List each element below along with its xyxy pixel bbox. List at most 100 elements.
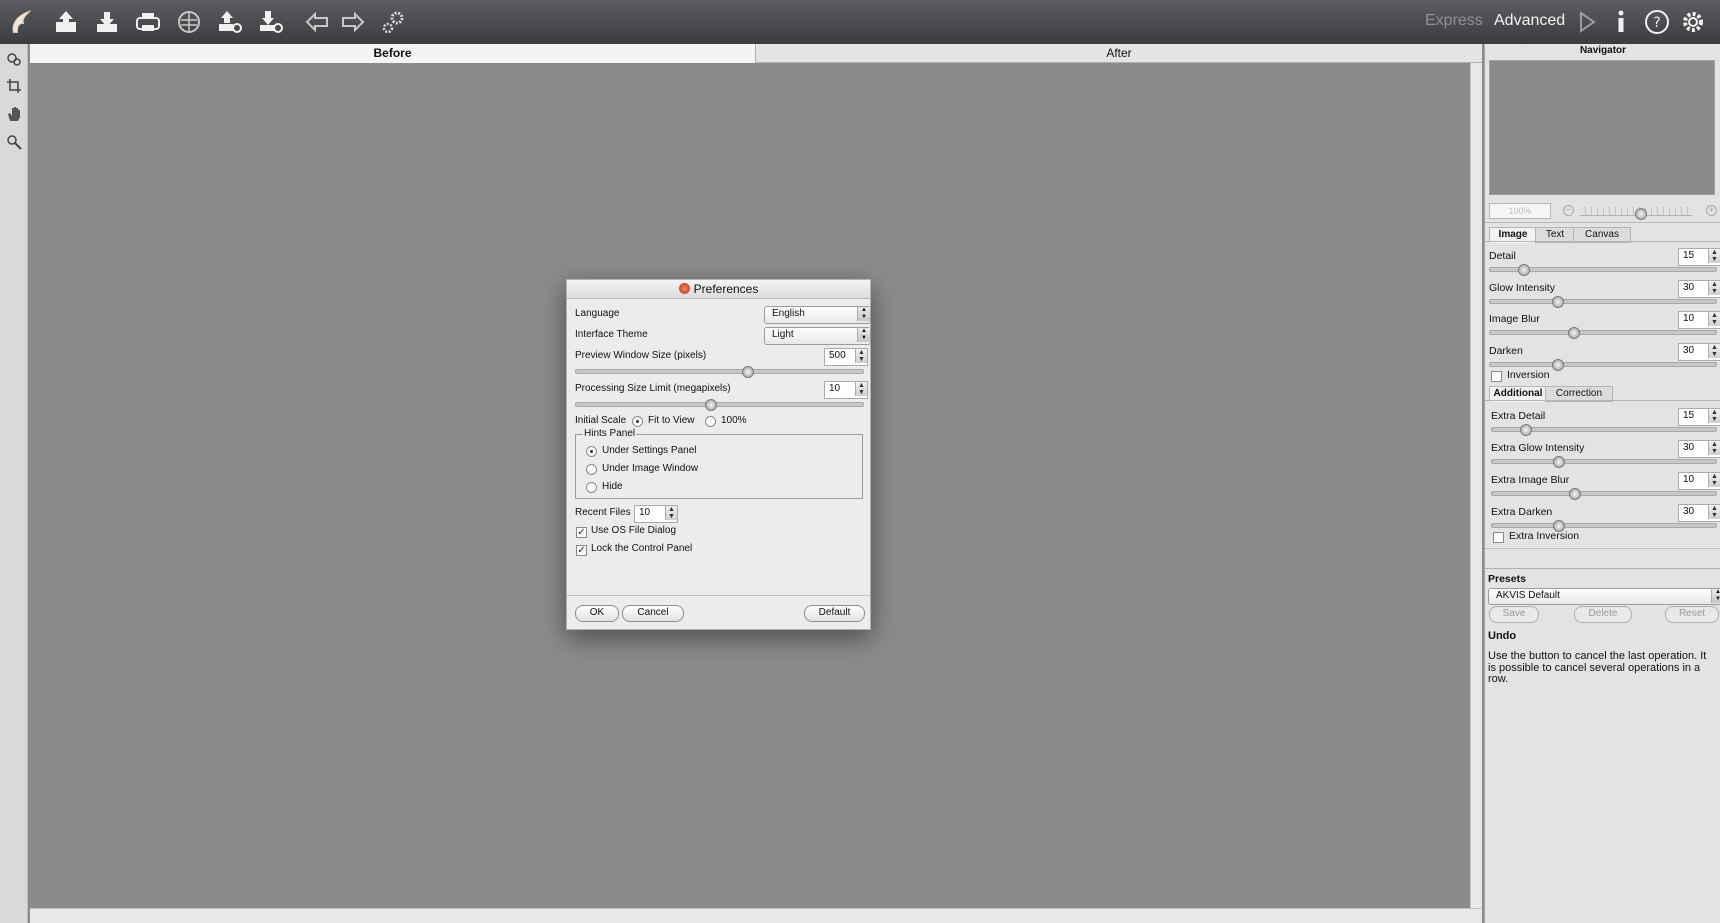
preview-size-value: 500 xyxy=(829,350,846,361)
image-setting-slider[interactable] xyxy=(1489,330,1717,335)
extra-setting-input[interactable]: 10 ▲ ▼ xyxy=(1678,472,1720,490)
navigator-preview[interactable] xyxy=(1489,60,1715,195)
fit-to-view-radio[interactable] xyxy=(632,416,643,427)
preset-save-button[interactable]: Save xyxy=(1489,606,1539,623)
plugin-settings-icon[interactable] xyxy=(378,6,410,38)
print-icon[interactable] xyxy=(132,6,164,38)
default-button[interactable]: Default xyxy=(804,605,865,622)
lock-panel-checkbox[interactable]: ✓ xyxy=(576,545,587,556)
processing-limit-knob[interactable] xyxy=(704,399,717,411)
stepper-icon[interactable]: ▲ ▼ xyxy=(855,349,867,363)
preset-delete-button[interactable]: Delete xyxy=(1574,606,1632,623)
processing-limit-slider[interactable] xyxy=(575,402,864,407)
save-image-icon[interactable] xyxy=(91,6,123,38)
preset-reset-button[interactable]: Reset xyxy=(1665,606,1719,623)
use-os-dialog-checkbox[interactable]: ✓ xyxy=(576,527,587,538)
preview-size-knob[interactable] xyxy=(742,366,755,378)
open-image-icon[interactable] xyxy=(50,6,82,38)
extra-setting-slider-knob[interactable] xyxy=(1519,424,1532,436)
image-setting-slider-knob[interactable] xyxy=(1517,264,1530,276)
hints-under-settings-radio[interactable] xyxy=(586,446,597,457)
hints-under-image-radio[interactable] xyxy=(586,464,597,475)
extra-setting-value: 15 xyxy=(1683,410,1695,421)
extra-setting-slider[interactable] xyxy=(1491,523,1717,528)
hand-tool-icon[interactable] xyxy=(4,104,24,124)
extra-setting-input[interactable]: 30 ▲ ▼ xyxy=(1678,504,1720,522)
stepper-icon[interactable]: ▲ ▼ xyxy=(1708,249,1720,263)
vertical-scrollbar[interactable] xyxy=(1470,63,1482,910)
preferences-gear-icon[interactable] xyxy=(1677,6,1709,38)
zoom-out-icon[interactable]: − xyxy=(1563,205,1574,216)
forward-arrow-icon[interactable] xyxy=(337,6,369,38)
navigator-title: Navigator xyxy=(1579,45,1627,56)
zoom-select[interactable]: 100% xyxy=(1489,203,1551,219)
batch-import-icon[interactable] xyxy=(255,6,287,38)
image-setting-slider-knob[interactable] xyxy=(1567,327,1580,339)
image-setting-input[interactable]: 10 ▲ ▼ xyxy=(1678,311,1720,329)
info-icon[interactable] xyxy=(1605,6,1637,38)
stepper-icon[interactable]: ▲ ▼ xyxy=(1708,505,1720,519)
advanced-mode-tab[interactable]: Advanced xyxy=(1494,12,1565,30)
extra-setting-value: 30 xyxy=(1683,506,1695,517)
image-setting-slider[interactable] xyxy=(1489,298,1717,304)
stepper-icon[interactable]: ▲ ▼ xyxy=(855,382,867,396)
tab-after[interactable]: After xyxy=(756,44,1482,63)
stepper-icon[interactable]: ▲ ▼ xyxy=(1708,343,1720,358)
zoom-slider-knob[interactable] xyxy=(1635,208,1647,220)
stepper-icon[interactable]: ▲ ▼ xyxy=(1708,409,1720,423)
extra-setting-slider[interactable] xyxy=(1491,491,1717,496)
image-setting-input[interactable]: 30 ▲ ▼ xyxy=(1678,342,1720,361)
preview-size-label: Preview Window Size (pixels) xyxy=(575,350,707,361)
divider xyxy=(1485,568,1720,569)
recent-files-value: 10 xyxy=(639,507,651,518)
language-select[interactable]: English ▲ ▼ xyxy=(764,306,871,324)
scale-100-radio[interactable] xyxy=(705,416,716,427)
tab-before[interactable]: Before xyxy=(30,44,756,63)
processing-limit-input[interactable]: 10 ▲ ▼ xyxy=(824,381,868,399)
extra-setting-value: 30 xyxy=(1683,442,1695,453)
recent-files-input[interactable]: 10 ▲ ▼ xyxy=(634,505,678,523)
image-setting-input[interactable]: 30 ▲ ▼ xyxy=(1678,279,1720,298)
extra-setting-label: Extra Darken xyxy=(1491,506,1553,518)
image-setting-slider-knob[interactable] xyxy=(1551,358,1564,371)
dialog-titlebar[interactable]: Preferences xyxy=(567,280,870,299)
cancel-button[interactable]: Cancel xyxy=(622,605,684,622)
hints-hide-radio[interactable] xyxy=(586,482,597,493)
brush-tool-icon[interactable] xyxy=(4,49,24,69)
inversion-checkbox[interactable] xyxy=(1491,371,1502,382)
stepper-icon[interactable]: ▲ ▼ xyxy=(665,506,677,520)
extra-inversion-checkbox[interactable] xyxy=(1493,532,1504,543)
preview-size-input[interactable]: 500 ▲ ▼ xyxy=(824,348,868,366)
stepper-icon[interactable]: ▲ ▼ xyxy=(1708,473,1720,487)
crop-tool-icon[interactable] xyxy=(4,76,24,96)
back-arrow-icon[interactable] xyxy=(301,6,333,38)
stepper-icon[interactable]: ▲ ▼ xyxy=(1708,441,1720,455)
extra-setting-slider[interactable] xyxy=(1491,459,1717,464)
image-setting-value: 30 xyxy=(1683,344,1695,356)
theme-select[interactable]: Light ▲ ▼ xyxy=(764,327,871,345)
share-icon[interactable] xyxy=(173,6,205,38)
help-icon[interactable]: ? xyxy=(1641,6,1673,38)
use-os-dialog-label: Use OS File Dialog xyxy=(591,525,677,536)
extra-setting-input[interactable]: 30 ▲ ▼ xyxy=(1678,440,1720,458)
image-setting-input[interactable]: 15 ▲ ▼ xyxy=(1678,248,1720,266)
extra-setting-slider-knob[interactable] xyxy=(1568,488,1581,500)
express-mode-tab[interactable]: Express xyxy=(1425,12,1483,30)
zoom-in-icon[interactable]: + xyxy=(1706,205,1717,216)
image-setting-slider-knob[interactable] xyxy=(1551,295,1564,308)
image-setting-slider[interactable] xyxy=(1489,361,1717,367)
preview-size-slider[interactable] xyxy=(575,369,864,374)
dialog-title: Preferences xyxy=(693,282,759,296)
stepper-icon[interactable]: ▲ ▼ xyxy=(1708,280,1720,295)
batch-export-icon[interactable] xyxy=(214,6,246,38)
stepper-icon[interactable]: ▲ ▼ xyxy=(1708,312,1720,326)
horizontal-scrollbar[interactable] xyxy=(30,908,1482,923)
extra-setting-slider-knob[interactable] xyxy=(1553,456,1566,468)
zoom-tool-icon[interactable] xyxy=(4,132,24,152)
presets-select[interactable]: AKVIS Default ▲ ▼ xyxy=(1488,588,1720,605)
ok-button[interactable]: OK xyxy=(575,605,619,622)
extra-setting-input[interactable]: 15 ▲ ▼ xyxy=(1678,408,1720,426)
run-icon[interactable] xyxy=(1570,6,1602,38)
initial-scale-label: Initial Scale xyxy=(575,415,627,426)
image-setting-value: 10 xyxy=(1683,313,1695,324)
